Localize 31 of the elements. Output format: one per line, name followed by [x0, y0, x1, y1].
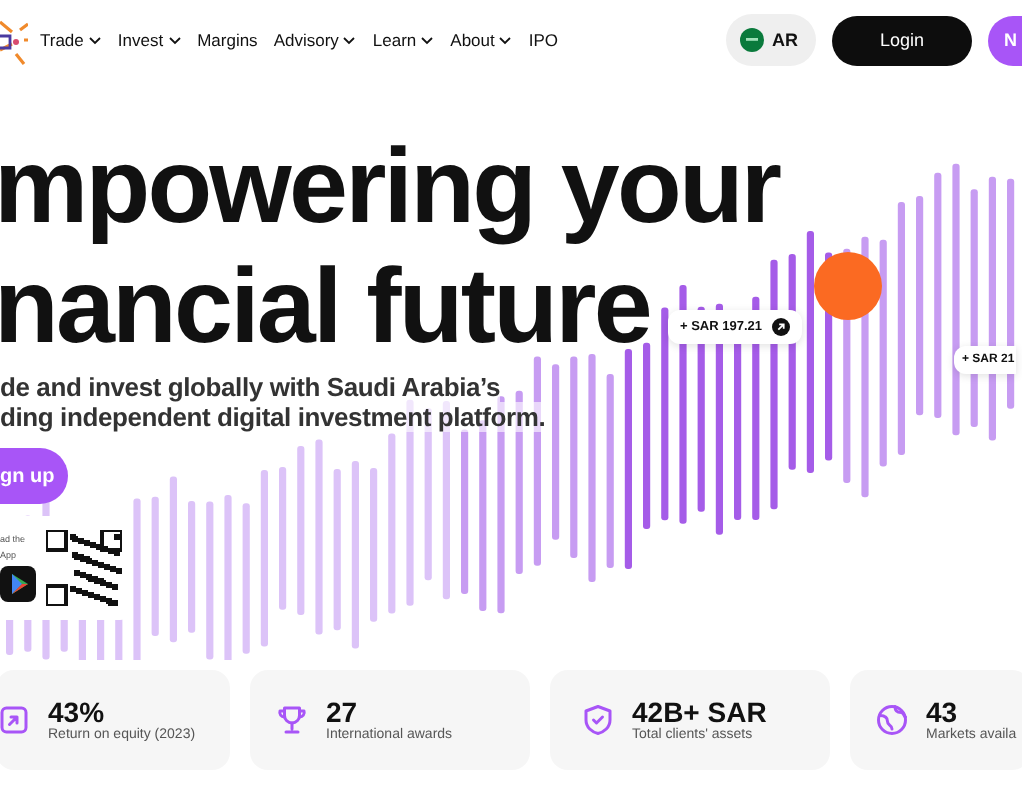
- hero-heading: mpowering your: [0, 128, 780, 248]
- globe-icon: [874, 702, 910, 738]
- signup-cta-button[interactable]: gn up: [0, 448, 68, 504]
- play-store-icon[interactable]: [0, 566, 36, 602]
- flag-icon: [740, 28, 764, 52]
- chart-bar: [151, 496, 159, 637]
- language-button[interactable]: AR: [726, 14, 816, 66]
- shield-icon: [580, 702, 616, 738]
- nav-link[interactable]: Learn: [372, 30, 435, 50]
- chart-bar: [188, 501, 196, 633]
- login-button[interactable]: Login: [832, 15, 972, 65]
- hero-heading: nancial future: [0, 248, 650, 368]
- chart-bar: [279, 467, 287, 610]
- stat-value: 43: [926, 698, 958, 728]
- highlight-dot: [814, 252, 882, 320]
- hero-subtitle: ding independent digital investment platform.: [0, 402, 546, 432]
- stat-value: 42B+ SAR: [632, 698, 767, 728]
- nav-link[interactable]: IPO: [528, 30, 559, 50]
- nav-link[interactable]: Trade: [40, 30, 102, 50]
- hero-subtitle: de and invest globally with Saudi Arabia’s: [0, 372, 500, 402]
- stat-value: 27: [326, 698, 358, 728]
- signup-button[interactable]: N: [988, 15, 1022, 65]
- qr-code-icon[interactable]: [46, 530, 122, 606]
- nav-link[interactable]: About: [450, 30, 513, 50]
- stat-value: 43%: [48, 698, 107, 728]
- nav-link[interactable]: Margins: [197, 30, 258, 50]
- arrow-icon: [772, 318, 791, 336]
- trophy-icon: [274, 702, 310, 738]
- chart-icon: [0, 702, 32, 738]
- nav-link[interactable]: Invest: [117, 30, 182, 50]
- nav-link[interactable]: Advisory: [273, 30, 357, 50]
